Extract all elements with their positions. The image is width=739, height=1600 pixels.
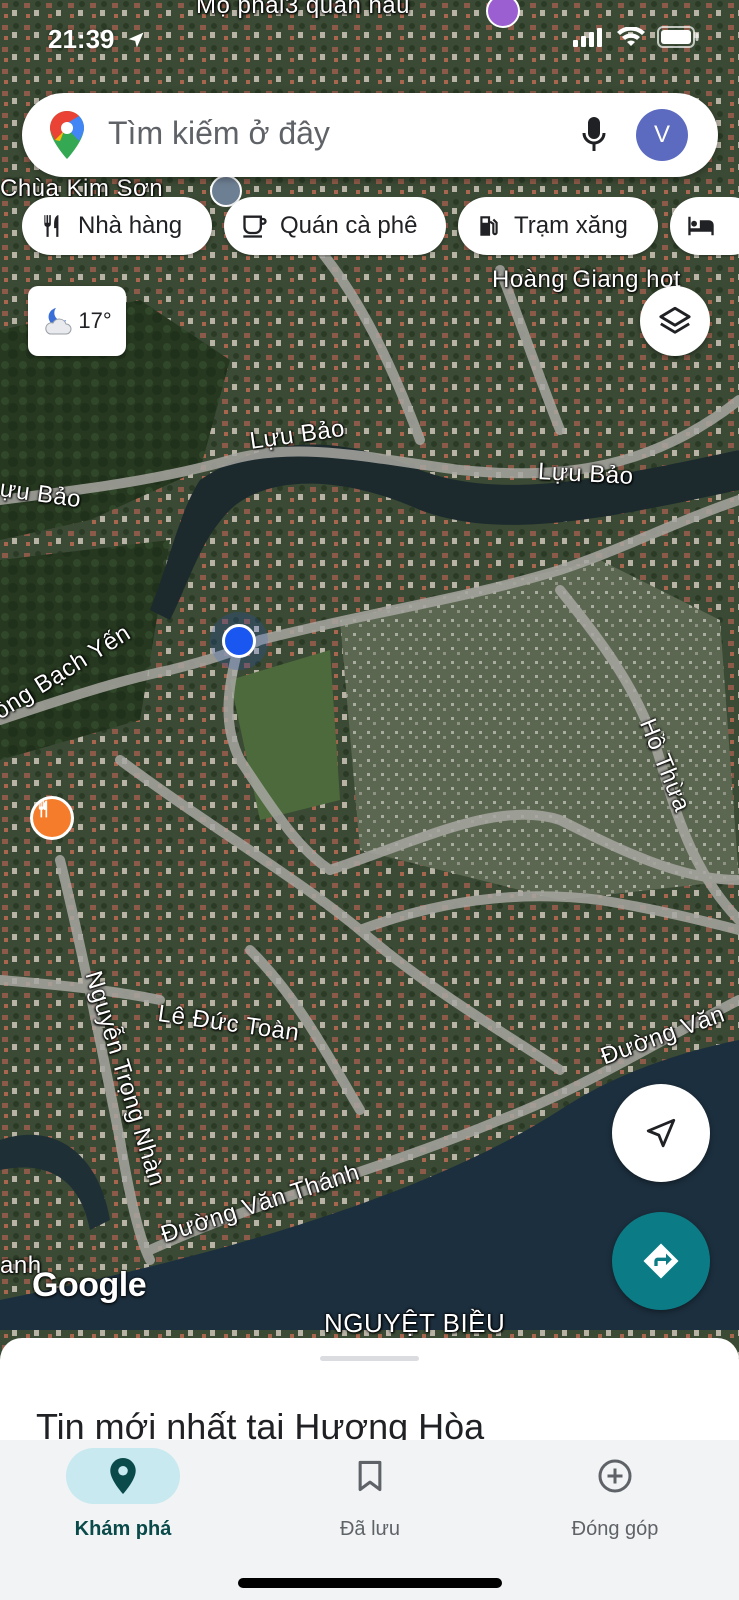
google-maps-pin-icon bbox=[50, 111, 84, 159]
bottom-navigation: Khám phá Đã lưu Đóng góp bbox=[0, 1440, 739, 1600]
status-time: 21:39 bbox=[48, 24, 146, 55]
navigation-arrow-icon bbox=[646, 1118, 676, 1148]
map-label-area: NGUYỆT BIỀU bbox=[324, 1308, 506, 1338]
hotel-icon bbox=[686, 211, 716, 241]
nav-contribute-pill bbox=[558, 1448, 672, 1504]
add-circle-icon bbox=[598, 1459, 632, 1493]
nav-explore-label: Khám phá bbox=[74, 1518, 172, 1540]
restaurant-icon bbox=[38, 211, 68, 241]
chip-label: Nhà hàng bbox=[78, 212, 183, 239]
nav-saved[interactable]: Đã lưu bbox=[270, 1448, 470, 1541]
current-location-dot[interactable] bbox=[222, 624, 256, 658]
chip-label: Quán cà phê bbox=[280, 212, 418, 239]
recenter-button[interactable] bbox=[612, 1084, 710, 1182]
sheet-drag-handle[interactable] bbox=[320, 1356, 419, 1361]
home-indicator[interactable] bbox=[238, 1578, 502, 1588]
layers-button[interactable] bbox=[640, 286, 710, 356]
nav-contribute-label: Đóng góp bbox=[571, 1518, 659, 1540]
chip-coffee[interactable]: Quán cà phê bbox=[224, 197, 446, 255]
directions-button[interactable] bbox=[612, 1212, 710, 1310]
chip-restaurants[interactable]: Nhà hàng bbox=[22, 197, 212, 255]
cellular-signal-icon bbox=[573, 28, 602, 47]
status-bar: 21:39 bbox=[0, 0, 739, 80]
nav-saved-label: Đã lưu bbox=[339, 1518, 401, 1540]
weather-temp: 17° bbox=[78, 308, 112, 333]
battery-icon bbox=[657, 26, 699, 48]
account-avatar[interactable]: V bbox=[636, 109, 688, 161]
bookmark-icon bbox=[358, 1460, 382, 1492]
directions-icon bbox=[643, 1243, 679, 1279]
map-label-road: Lựu Bảo bbox=[537, 458, 635, 490]
map-label-hotel: Hoàng Giang hot bbox=[492, 266, 681, 293]
chip-hotels[interactable] bbox=[670, 197, 739, 255]
coffee-icon bbox=[240, 211, 270, 241]
weather-widget[interactable]: 17° bbox=[28, 286, 126, 356]
clock-text: 21:39 bbox=[48, 24, 115, 54]
gas-station-icon bbox=[474, 211, 504, 241]
chip-label: Trạm xăng bbox=[514, 212, 628, 239]
search-bar[interactable]: Tìm kiếm ở đây V bbox=[22, 93, 718, 177]
night-cloud-icon bbox=[45, 308, 72, 335]
nav-explore-pill bbox=[66, 1448, 180, 1504]
nav-contribute[interactable]: Đóng góp bbox=[515, 1448, 715, 1541]
search-input[interactable]: Tìm kiếm ở đây bbox=[108, 115, 330, 152]
explore-pin-icon bbox=[110, 1458, 136, 1494]
category-chips: Nhà hàng Quán cà phê Trạm xăng bbox=[22, 197, 739, 257]
wifi-icon bbox=[617, 27, 645, 46]
layers-icon bbox=[659, 306, 691, 334]
restaurant-pin-icon[interactable] bbox=[30, 796, 74, 840]
microphone-icon[interactable] bbox=[582, 117, 606, 153]
google-logo: Google bbox=[32, 1266, 147, 1304]
location-arrow-icon bbox=[128, 32, 144, 48]
nav-explore[interactable]: Khám phá bbox=[23, 1448, 223, 1541]
status-icons bbox=[573, 26, 699, 48]
nav-saved-pill bbox=[313, 1448, 427, 1504]
chip-gas-station[interactable]: Trạm xăng bbox=[458, 197, 658, 255]
